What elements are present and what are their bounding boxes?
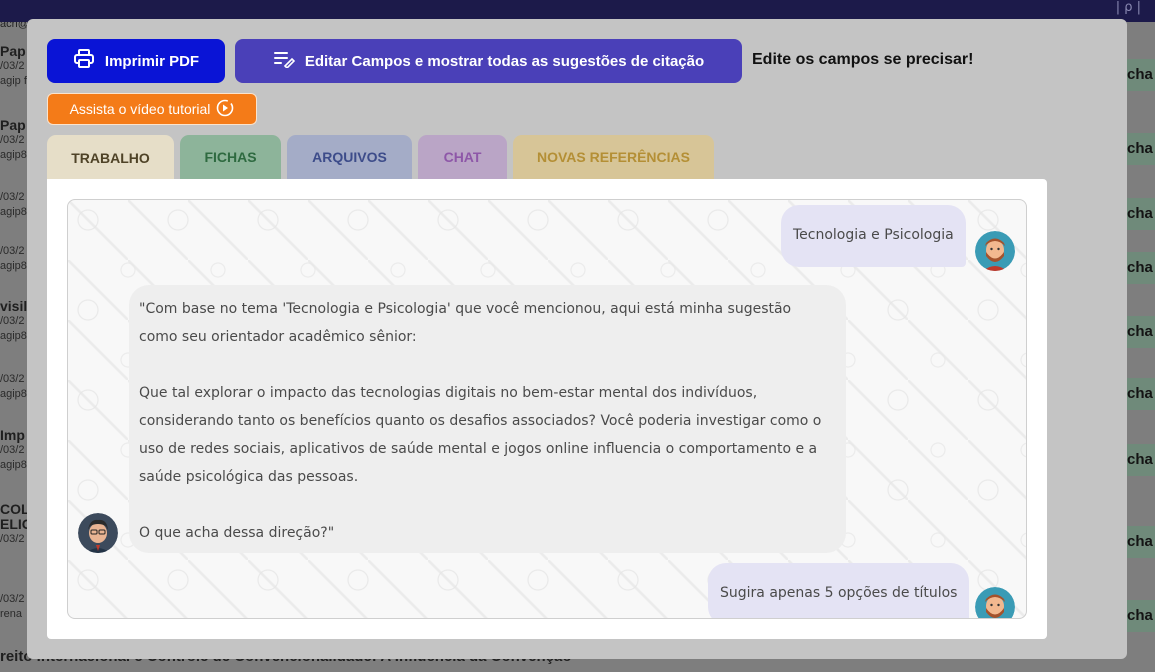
tab-fichas[interactable]: FICHAS — [180, 135, 281, 179]
user-message: Sugira apenas 5 opções de títulos — [708, 563, 970, 618]
background-list-item: visil/03/2 agip8 — [0, 298, 28, 343]
play-circle-icon — [216, 99, 234, 120]
tab-arquivos[interactable]: ARQUIVOS — [287, 135, 412, 179]
assistant-message-line: "Com base no tema 'Tecnologia e Psicolog… — [139, 301, 792, 317]
print-pdf-label: Imprimir PDF — [104, 52, 200, 70]
background-action: cha — [1125, 526, 1155, 558]
tab-panel: Tecnologia e Psicologia "Com base no tem… — [47, 179, 1047, 639]
assistant-message-line — [139, 351, 832, 379]
printer-icon — [73, 49, 95, 73]
background-action: cha — [1125, 316, 1155, 348]
background-list-item: /03/2 agip8 — [0, 373, 27, 400]
background-list-item: Pap/03/2 agip8 — [0, 117, 27, 162]
edit-hint-text: Edite os campos se precisar! — [752, 51, 974, 68]
background-action: cha — [1125, 252, 1155, 284]
video-tutorial-label: Assista o vídeo tutorial — [69, 101, 211, 117]
assistant-message-line: uso de redes sociais, aplicativos de saú… — [139, 441, 818, 457]
assistant-message-line: como seu orientador acadêmico sênior: — [139, 329, 417, 345]
background-action: cha — [1125, 59, 1155, 91]
user-avatar — [975, 587, 1015, 618]
background-action: cha — [1125, 444, 1155, 476]
tab-trabalho[interactable]: TRABALHO — [47, 135, 174, 181]
edit-fields-button[interactable]: Editar Campos e mostrar todas as sugestõ… — [235, 39, 742, 83]
assistant-message-line: Que tal explorar o impacto das tecnologi… — [139, 385, 758, 401]
background-action: cha — [1125, 600, 1155, 632]
assistant-message-line — [139, 491, 832, 519]
background-list-item: /03/2 agip8 — [0, 245, 27, 272]
tab-chat[interactable]: CHAT — [418, 135, 507, 179]
assistant-message-line: considerando tanto os benefícios quanto … — [139, 413, 822, 429]
background-email: acri@ — [0, 22, 29, 30]
chat-modal: Imprimir PDF Editar Campos e mostrar tod… — [27, 19, 1127, 659]
edit-list-icon — [273, 50, 295, 72]
background-list-item: /03/2 agip8 — [0, 191, 27, 218]
assistant-message-line: O que acha dessa direção?" — [139, 525, 335, 541]
user-avatar — [975, 231, 1015, 271]
user-message: Tecnologia e Psicologia — [781, 205, 966, 267]
edit-fields-label: Editar Campos e mostrar todas as sugestõ… — [304, 52, 705, 70]
assistant-message-line: saúde psicológica das pessoas. — [139, 469, 359, 485]
background-action: cha — [1125, 378, 1155, 410]
background-topbar-text: | ρ | — [1115, 0, 1141, 15]
background-action: cha — [1125, 133, 1155, 165]
background-list-item: Imp/03/2 agip8 — [0, 427, 27, 472]
tab-novas-referencias[interactable]: NOVAS REFERÊNCIAS — [513, 135, 714, 179]
assistant-message: "Com base no tema 'Tecnologia e Psicolog… — [129, 285, 846, 553]
background-action: cha — [1125, 198, 1155, 230]
print-pdf-button[interactable]: Imprimir PDF — [47, 39, 225, 83]
assistant-avatar — [78, 513, 118, 553]
video-tutorial-button[interactable]: Assista o vídeo tutorial — [47, 93, 257, 125]
chat-history[interactable]: Tecnologia e Psicologia "Com base no tem… — [67, 199, 1027, 619]
background-list-item: Pap/03/2 agip fi — [0, 43, 30, 88]
background-list-item: /03/2 rena — [0, 593, 25, 620]
